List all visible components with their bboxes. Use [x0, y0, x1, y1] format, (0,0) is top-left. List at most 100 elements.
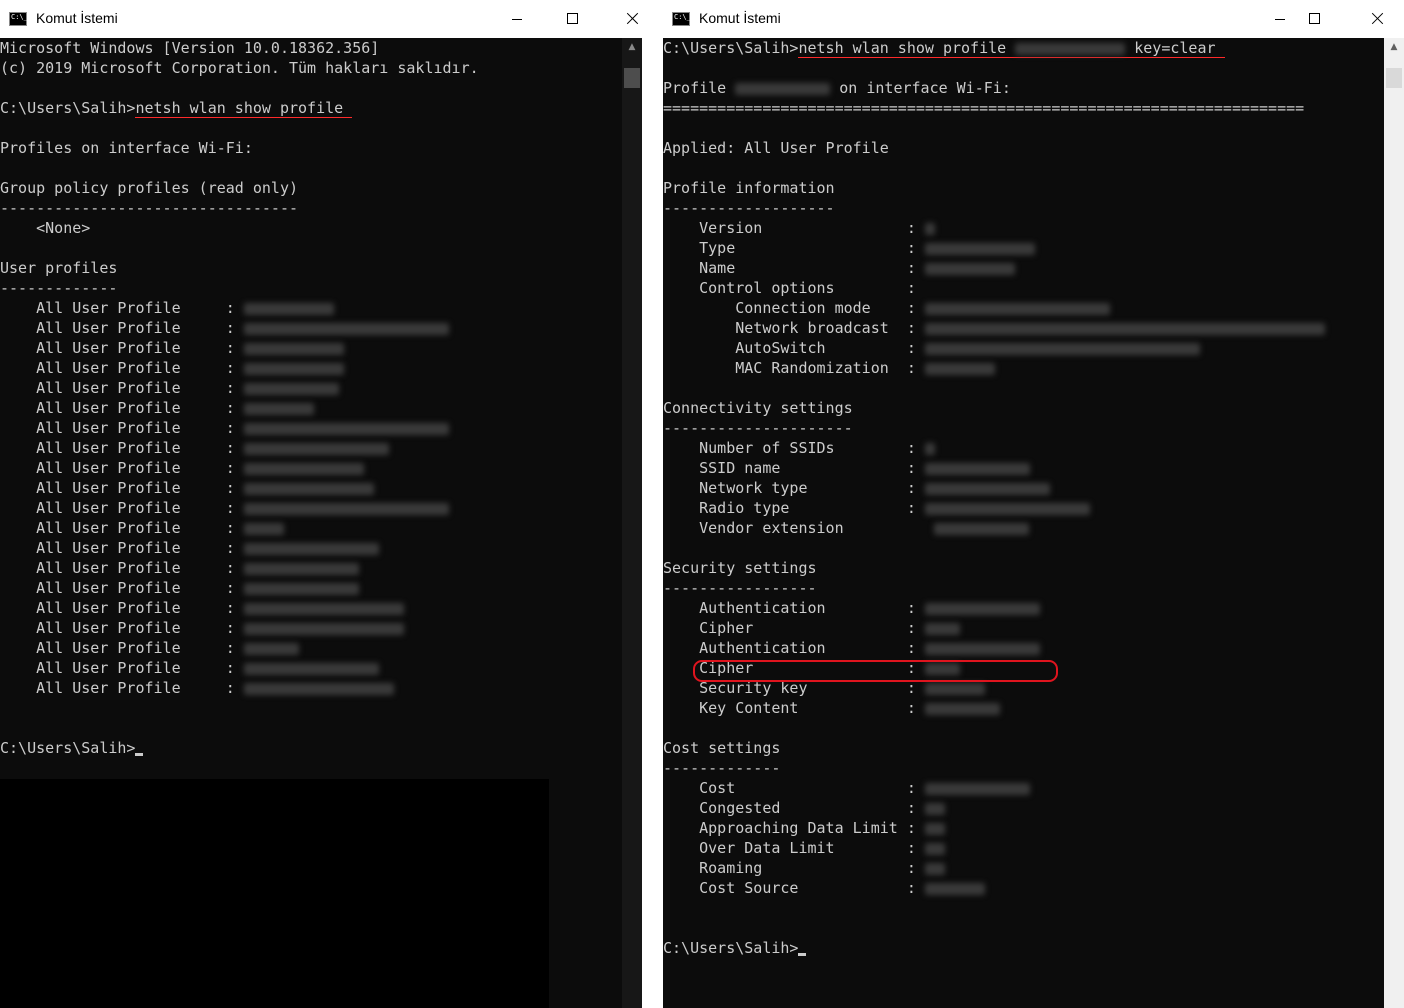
console-line: All User Profile : — [0, 438, 479, 458]
scroll-up-icon[interactable]: ▲ — [1384, 38, 1404, 56]
console-line: SSID name : — [663, 458, 1325, 478]
scroll-up-icon[interactable]: ▲ — [622, 38, 642, 56]
console-line: Profile information — [663, 178, 1325, 198]
console-line: All User Profile : — [0, 638, 479, 658]
console-text: ========================================… — [663, 99, 1305, 117]
console-text: ------------- — [663, 759, 781, 777]
console-text: All User Profile : — [0, 299, 244, 317]
redacted-value — [243, 322, 449, 335]
console-text: C:\Users\Salih> — [663, 939, 799, 957]
console-text: Radio type : — [663, 499, 925, 517]
console-line: Control options : — [663, 278, 1325, 298]
redacted-value — [924, 362, 995, 375]
console-line: Over Data Limit : — [663, 838, 1325, 858]
redacted-value — [924, 622, 960, 635]
redacted-value — [924, 222, 935, 235]
console-line: (c) 2019 Microsoft Corporation. Tüm hakl… — [0, 58, 479, 78]
console-output[interactable]: C:\Users\Salih>netsh wlan show profile k… — [663, 38, 1325, 958]
text-cursor — [135, 753, 144, 756]
console-line: Roaming : — [663, 858, 1325, 878]
redacted-value — [243, 362, 344, 375]
redacted-value — [924, 802, 945, 815]
redacted-value — [243, 462, 364, 475]
left-console-window[interactable]: Komut İstemi Microsoft Windows [Version … — [0, 0, 642, 1008]
redacted-value — [924, 822, 945, 835]
maximize-icon[interactable] — [550, 0, 596, 38]
console-text: All User Profile : — [0, 479, 244, 497]
console-line: All User Profile : — [0, 478, 479, 498]
console-text: C:\Users\Salih> — [0, 739, 136, 757]
right-console-window[interactable]: Komut İstemi C:\Users\Salih>netsh wlan s… — [663, 0, 1404, 1008]
console-line: Network type : — [663, 478, 1325, 498]
console-text: Cost settings — [663, 739, 781, 757]
console-text: All User Profile : — [0, 599, 244, 617]
console-text: <None> — [0, 219, 91, 237]
console-line: Security settings — [663, 558, 1325, 578]
console-text: Cost : — [663, 779, 925, 797]
cmd-icon — [672, 12, 691, 26]
console-line: Authentication : — [663, 638, 1325, 658]
console-line: Vendor extension — [663, 518, 1325, 538]
console-line: All User Profile : — [0, 418, 479, 438]
redacted-value — [243, 402, 314, 415]
console-text: Network broadcast : — [663, 319, 925, 337]
redacted-value — [243, 442, 389, 455]
console-line: Profiles on interface Wi-Fi: — [0, 138, 479, 158]
redacted-value — [933, 522, 1029, 535]
scrollbar[interactable]: ▲ — [622, 38, 642, 1008]
scroll-thumb[interactable] — [624, 68, 640, 88]
console-line: Cost Source : — [663, 878, 1325, 898]
console-line: Applied: All User Profile — [663, 138, 1325, 158]
console-text: C:\Users\Salih> — [663, 39, 799, 57]
console-line: Cipher : — [663, 618, 1325, 638]
console-line: C:\Users\Salih> — [0, 738, 479, 758]
console-output[interactable]: Microsoft Windows [Version 10.0.18362.35… — [0, 38, 479, 758]
console-line: Cost settings — [663, 738, 1325, 758]
console-text: on interface Wi-Fi: — [830, 79, 1011, 97]
title-bar[interactable]: Komut İstemi — [0, 0, 642, 38]
console-text: All User Profile : — [0, 319, 244, 337]
console-text: Connectivity settings — [663, 399, 853, 417]
scroll-thumb[interactable] — [1386, 68, 1402, 88]
console-line: ------------------- — [663, 198, 1325, 218]
window-title: Komut İstemi — [699, 10, 781, 26]
close-icon[interactable] — [1354, 0, 1400, 38]
console-text: ----------------- — [663, 579, 817, 597]
console-text: Congested : — [663, 799, 925, 817]
console-line: All User Profile : — [0, 518, 479, 538]
console-line: <None> — [0, 218, 479, 238]
command-text: netsh wlan show profile — [135, 99, 353, 118]
scrollbar[interactable]: ▲ — [1384, 38, 1404, 1008]
command-text: netsh wlan show profile key=clear — [798, 39, 1225, 58]
title-bar[interactable]: Komut İstemi — [663, 0, 1404, 38]
console-line: All User Profile : — [0, 558, 479, 578]
maximize-icon[interactable] — [1292, 0, 1338, 38]
minimize-icon[interactable] — [494, 0, 540, 38]
text-cursor — [798, 953, 807, 956]
console-line: Profile on interface Wi-Fi: — [663, 78, 1325, 98]
console-line: C:\Users\Salih>netsh wlan show profile — [0, 98, 479, 118]
console-text: Profiles on interface Wi-Fi: — [0, 139, 253, 157]
console-text: ------------- — [0, 279, 118, 297]
console-text: Profile information — [663, 179, 835, 197]
redacted-value — [924, 442, 935, 455]
console-line: AutoSwitch : — [663, 338, 1325, 358]
redacted-value — [243, 482, 374, 495]
redacted-value — [924, 842, 945, 855]
console-text: All User Profile : — [0, 339, 244, 357]
console-text: Number of SSIDs : — [663, 439, 925, 457]
console-text: Security settings — [663, 559, 817, 577]
console-text: All User Profile : — [0, 419, 244, 437]
redacted-value — [243, 622, 404, 635]
close-icon[interactable] — [609, 0, 642, 38]
console-line: Name : — [663, 258, 1325, 278]
redacted-value — [1015, 42, 1126, 55]
console-line: All User Profile : — [0, 398, 479, 418]
